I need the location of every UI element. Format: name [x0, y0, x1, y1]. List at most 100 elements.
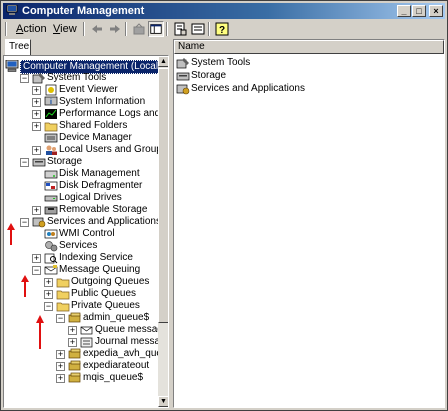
storage-icon: [32, 158, 46, 167]
collapse-button[interactable]: −: [56, 314, 65, 323]
system-tools-icon: [176, 58, 189, 69]
expand-button[interactable]: +: [32, 110, 41, 119]
minimize-button[interactable]: _: [397, 5, 411, 17]
tree-item-label: admin_queue$: [83, 312, 150, 323]
action-menu[interactable]: Action: [13, 22, 50, 36]
show-hide-tree-icon[interactable]: [148, 21, 164, 37]
expand-button[interactable]: +: [44, 290, 53, 299]
tree-item[interactable]: − Storage: [4, 156, 156, 168]
computer-icon: [5, 60, 19, 72]
view-menu[interactable]: View: [50, 22, 80, 36]
tree-item-label: Shared Folders: [59, 120, 128, 131]
scroll-thumb[interactable]: [158, 68, 168, 323]
title-bar[interactable]: Computer Management _ □ ×: [3, 3, 445, 19]
tree-item-label: System Tools: [47, 72, 107, 83]
tree-item[interactable]: + Performance Logs and Alerts: [4, 108, 168, 120]
expand-button[interactable]: +: [32, 86, 41, 95]
collapse-button[interactable]: −: [44, 302, 53, 311]
tree-item[interactable]: + Removable Storage: [4, 204, 156, 216]
scroll-up-button[interactable]: ▲: [158, 56, 168, 67]
tree-item-label: Local Users and Groups: [59, 144, 167, 155]
tree-item[interactable]: + Local Users and Groups: [4, 144, 167, 156]
tree-item-label: mqis_queue$: [83, 372, 144, 383]
services-apps-icon: [32, 217, 46, 228]
folder-icon: [56, 290, 70, 300]
tree-item[interactable]: + Queue messages: [4, 324, 168, 336]
tree-item-label: Event Viewer: [59, 84, 118, 95]
tree-item[interactable]: + Event Viewer: [4, 84, 156, 96]
export-list-icon[interactable]: [190, 21, 206, 37]
tree-pane[interactable]: Computer Management (Local) − System Tools…: [3, 55, 169, 408]
forward-arrow-icon[interactable]: [107, 21, 123, 37]
toolbar-separator: [166, 22, 168, 36]
tree-item[interactable]: + expedia_avh_queue: [4, 348, 168, 360]
tree-item[interactable]: − System Tools: [4, 72, 156, 84]
expand-button[interactable]: +: [56, 362, 65, 371]
tree-item[interactable]: + Indexing Service: [4, 252, 156, 264]
expand-button[interactable]: +: [32, 254, 41, 263]
tree-item[interactable]: Disk Defragmenter: [4, 180, 156, 192]
annotation-arrow-icon: [7, 223, 15, 245]
tree-item[interactable]: + expediarateout: [4, 360, 156, 372]
help-icon[interactable]: ?: [214, 21, 230, 37]
tree-item[interactable]: Computer Management (Local): [4, 60, 165, 74]
queue-icon: [68, 348, 81, 359]
performance-icon: [45, 109, 57, 119]
tree-item[interactable]: Device Manager: [4, 132, 156, 144]
tree-item-label: Logical Drives: [59, 192, 122, 203]
tree-item[interactable]: Logical Drives: [4, 192, 156, 204]
tree-item-label: Private Queues: [71, 300, 140, 311]
toolbar-separator: [125, 22, 127, 36]
expand-button[interactable]: +: [56, 374, 65, 383]
storage-icon: [176, 72, 190, 81]
tree-item-label: Storage: [47, 156, 83, 167]
expand-button[interactable]: +: [32, 122, 41, 131]
collapse-button[interactable]: −: [20, 158, 29, 167]
tree-item[interactable]: − Services and Applications: [4, 216, 161, 228]
expand-button[interactable]: +: [32, 146, 41, 155]
svg-text:i: i: [50, 99, 52, 106]
indexing-icon: [44, 253, 58, 264]
list-item-label: System Tools: [191, 57, 251, 68]
expand-button[interactable]: +: [32, 98, 41, 107]
toolbar: Action View ?: [3, 21, 445, 37]
back-arrow-icon[interactable]: [89, 21, 105, 37]
tree-item-label: Services: [59, 240, 98, 251]
expand-button[interactable]: +: [32, 206, 41, 215]
maximize-button[interactable]: □: [412, 5, 426, 17]
tree-vertical-scrollbar[interactable]: ▲ ▼: [158, 56, 168, 407]
defrag-icon: [44, 181, 58, 191]
collapse-button[interactable]: −: [32, 266, 41, 275]
tree-item[interactable]: + mqis_queue$: [4, 372, 156, 384]
tab-tree[interactable]: Tree: [5, 39, 31, 55]
svg-text:?: ?: [219, 25, 225, 36]
expand-button[interactable]: +: [68, 326, 77, 335]
tree-item[interactable]: + Journal messages: [4, 336, 168, 348]
tree-item[interactable]: Disk Management: [4, 168, 156, 180]
tree-item[interactable]: − Private Queues: [4, 300, 156, 312]
list-pane[interactable]: Name System Tools Storage Services and App…: [173, 39, 445, 408]
close-button[interactable]: ×: [429, 5, 443, 17]
column-header-label: Name: [178, 41, 205, 52]
queue-icon: [68, 372, 81, 383]
tree-item[interactable]: WMI Control: [4, 228, 156, 240]
tree-item[interactable]: + i System Information: [4, 96, 156, 108]
tree-item[interactable]: + Shared Folders: [4, 120, 156, 132]
tree-item[interactable]: − admin_queue$: [4, 312, 156, 324]
message-queuing-icon: [44, 265, 58, 275]
column-header-name[interactable]: Name: [174, 40, 444, 54]
tree-item[interactable]: Services: [4, 240, 156, 252]
removable-icon: [44, 206, 58, 215]
tree-item-label: Public Queues: [71, 288, 137, 299]
toolbar-separator: [83, 22, 85, 36]
expand-button[interactable]: +: [44, 278, 53, 287]
collapse-button[interactable]: −: [20, 218, 29, 227]
expand-button[interactable]: +: [56, 350, 65, 359]
expand-button[interactable]: +: [68, 338, 77, 347]
up-level-icon[interactable]: [131, 21, 147, 37]
tree-item-label: Device Manager: [59, 132, 132, 143]
collapse-button[interactable]: −: [20, 74, 29, 83]
properties-icon[interactable]: [172, 21, 188, 37]
computer-management-icon: [6, 5, 18, 15]
scroll-down-button[interactable]: ▼: [158, 396, 168, 407]
